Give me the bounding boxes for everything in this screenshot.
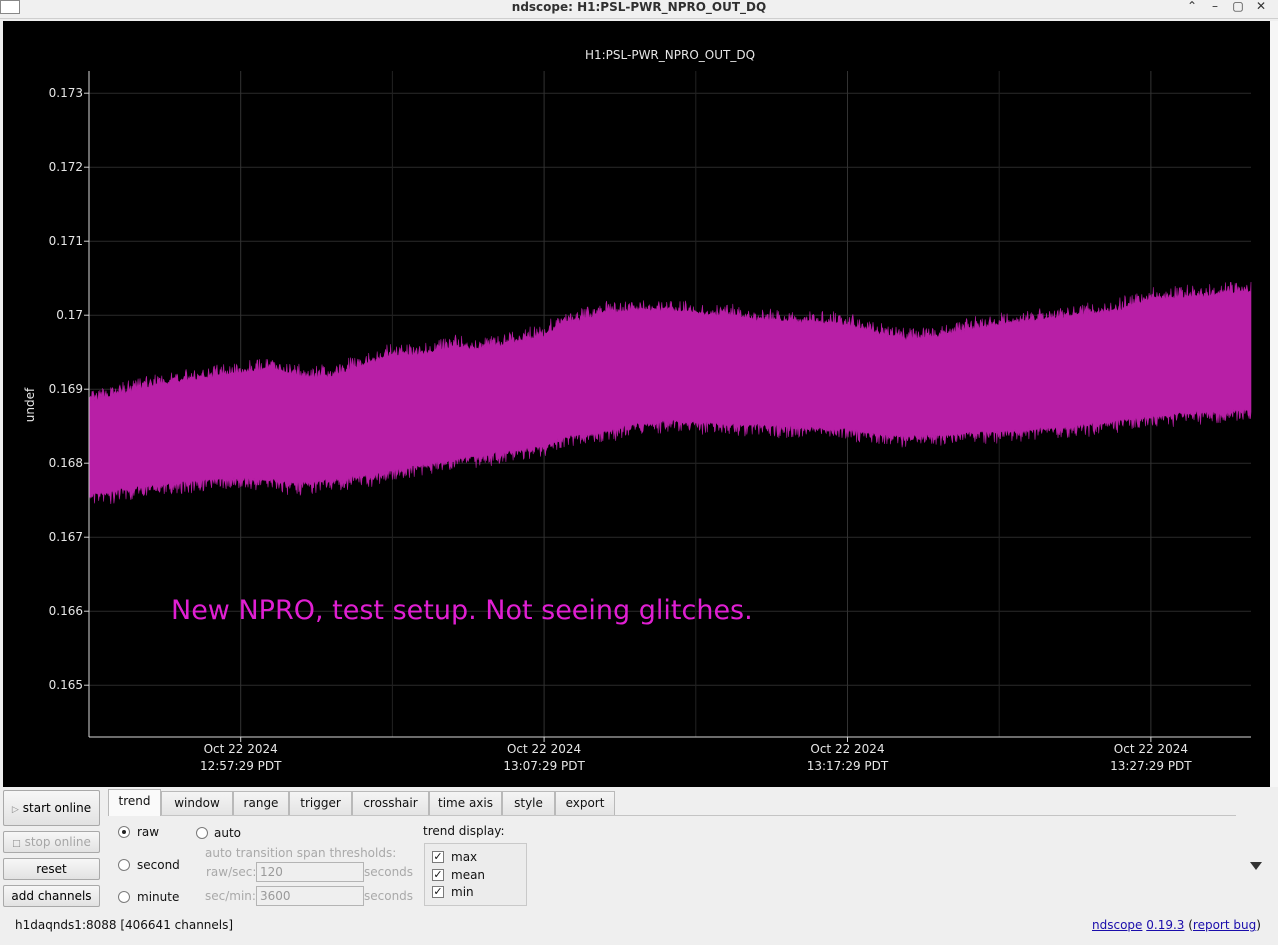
window-title: ndscope: H1:PSL-PWR_NPRO_OUT_DQ <box>511 0 767 14</box>
start-online-button[interactable]: ▷ start online <box>3 790 100 826</box>
sec-min-input[interactable]: 3600 <box>256 886 364 906</box>
window-close-icon[interactable]: ✕ <box>1252 0 1270 14</box>
panel-expand-icon[interactable] <box>1250 862 1262 870</box>
window-titlebar: ndscope: H1:PSL-PWR_NPRO_OUT_DQ ⌃ – ▢ ✕ <box>0 0 1278 19</box>
version-link[interactable]: 0.19.3 <box>1146 918 1184 932</box>
x-axis-clip <box>3 775 1270 795</box>
stop-icon: □ <box>12 839 21 849</box>
seconds-label-1: seconds <box>364 865 414 879</box>
window-minimize-icon[interactable]: – <box>1206 0 1224 14</box>
minute-label: minute <box>137 890 180 904</box>
window-maximize-icon[interactable]: ▢ <box>1229 0 1247 14</box>
minute-radio[interactable] <box>118 891 130 903</box>
auto-radio[interactable] <box>196 827 208 839</box>
play-icon: ▷ <box>11 805 19 815</box>
chart-annotation: New NPRO, test setup. Not seeing glitche… <box>171 595 753 626</box>
tab-panel-border <box>108 815 1236 816</box>
second-label: second <box>137 858 180 872</box>
seconds-label-2: seconds <box>364 889 414 903</box>
reset-button[interactable]: reset <box>3 858 100 880</box>
raw-radio[interactable] <box>118 826 130 838</box>
window-shade-icon[interactable]: ⌃ <box>1183 0 1201 14</box>
trend-display-label: trend display: <box>423 824 505 838</box>
x-tick-label-date: Oct 22 2024 <box>507 742 581 756</box>
tab-trigger[interactable]: trigger <box>289 791 352 815</box>
tab-time-axis[interactable]: time axis <box>429 791 502 815</box>
mean-checkbox[interactable]: ✓ <box>432 869 444 881</box>
max-checkbox[interactable]: ✓ <box>432 851 444 863</box>
tab-crosshair[interactable]: crosshair <box>352 791 429 815</box>
x-tick-label-date: Oct 22 2024 <box>204 742 278 756</box>
y-tick-label: 0.169 <box>49 382 83 396</box>
min-label: min <box>451 885 474 899</box>
tab-export[interactable]: export <box>555 791 615 815</box>
tab-window[interactable]: window <box>161 791 233 815</box>
mean-label: mean <box>451 868 486 882</box>
y-tick-label: 0.165 <box>49 678 83 692</box>
min-checkbox[interactable]: ✓ <box>432 886 444 898</box>
add-channels-button[interactable]: add channels <box>3 885 100 907</box>
x-tick-label-date: Oct 22 2024 <box>810 742 884 756</box>
x-tick-label-time: 13:17:29 PDT <box>807 759 889 773</box>
x-tick-label-date: Oct 22 2024 <box>1114 742 1188 756</box>
ndscope-link[interactable]: ndscope <box>1092 918 1142 932</box>
max-label: max <box>451 850 478 864</box>
raw-sec-label: raw/sec: <box>206 865 257 879</box>
y-tick-label: 0.173 <box>49 86 83 100</box>
y-tick-label: 0.171 <box>49 234 83 248</box>
x-tick-label-time: 12:57:29 PDT <box>200 759 282 773</box>
report-bug-link[interactable]: report bug <box>1193 918 1256 932</box>
chart-title: H1:PSL-PWR_NPRO_OUT_DQ <box>585 48 755 62</box>
tab-range[interactable]: range <box>233 791 289 815</box>
raw-label: raw <box>137 825 160 839</box>
y-tick-label: 0.168 <box>49 456 83 470</box>
x-tick-label-time: 13:27:29 PDT <box>1110 759 1192 773</box>
second-radio[interactable] <box>118 859 130 871</box>
raw-sec-input[interactable]: 120 <box>256 862 364 882</box>
x-tick-label-time: 13:07:29 PDT <box>503 759 585 773</box>
trend-chart[interactable]: 0.165 0.166 0.167 0.168 0.169 0.17 0.171 0.172 0… <box>3 21 1270 795</box>
stop-online-button[interactable]: □ stop online <box>3 831 100 853</box>
y-tick-label: 0.166 <box>49 604 83 618</box>
server-status: h1daqnds1:8088 [406641 channels] <box>15 918 234 932</box>
y-tick-label: 0.167 <box>49 530 83 544</box>
tab-trend[interactable]: trend <box>108 789 161 816</box>
thresholds-label: auto transition span thresholds: <box>205 846 397 860</box>
y-axis-label: undef <box>23 387 37 422</box>
auto-label: auto <box>214 826 242 840</box>
start-online-label: start online <box>22 801 92 815</box>
y-tick-label: 0.17 <box>56 308 83 322</box>
tab-style[interactable]: style <box>502 791 555 815</box>
sec-min-label: sec/min: <box>205 889 256 903</box>
plot-area[interactable]: 0.165 0.166 0.167 0.168 0.169 0.17 0.171 0.172 0… <box>3 21 1270 795</box>
y-tick-label: 0.172 <box>49 160 83 174</box>
window-right-edge <box>1270 21 1278 787</box>
version-info: ndscope 0.19.3 (report bug) <box>1092 918 1261 932</box>
stop-online-label: stop online <box>24 835 91 849</box>
